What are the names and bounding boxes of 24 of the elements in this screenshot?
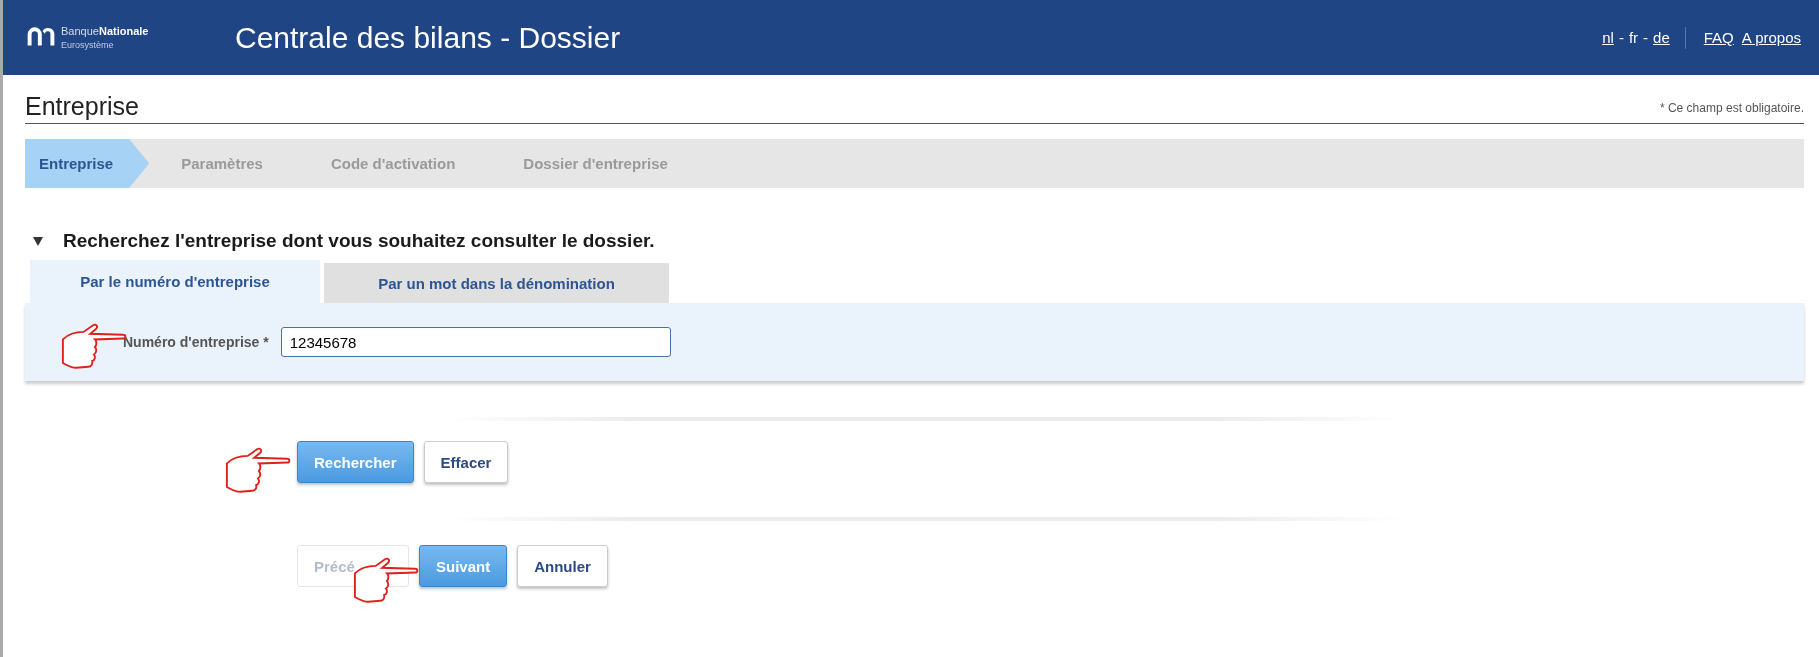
app-title: Centrale des bilans - Dossier (235, 20, 622, 55)
search-tab[interactable]: Par le numéro d'entreprise (30, 260, 320, 303)
logo-icon (25, 24, 57, 47)
language-link[interactable]: de (1653, 29, 1670, 46)
logo-brand-bold: Nationale (98, 24, 149, 37)
section-title: Recherchez l'entreprise dont vous souhaitez consulter le dossier. (63, 230, 655, 252)
language-link[interactable]: nl (1602, 29, 1614, 46)
pointing-hand-icon (353, 556, 419, 606)
collapse-toggle-icon[interactable] (33, 236, 43, 246)
language-separator: - (1643, 29, 1649, 46)
company-number-field[interactable]: 12345678 (280, 327, 671, 357)
search-tab[interactable]: Par un mot dans la dénomination (324, 263, 669, 303)
header-link[interactable]: A propos (1741, 29, 1801, 46)
header-link[interactable]: FAQ (1703, 29, 1734, 46)
field-label: Numéro d'entreprise * (123, 334, 269, 350)
logo-tagline: Eurosystème (61, 40, 115, 51)
clear-button[interactable]: Effacer (423, 441, 509, 483)
current-language[interactable]: fr (1628, 29, 1639, 46)
pointing-hand-icon (225, 446, 291, 496)
nav-button[interactable]: Annuler (517, 545, 608, 587)
page-title: Entreprise (25, 92, 139, 121)
logo-brand-light: Banque (61, 24, 99, 37)
required-note: * Ce champ est obligatoire. (1659, 101, 1804, 117)
language-separator: - (1618, 29, 1624, 46)
